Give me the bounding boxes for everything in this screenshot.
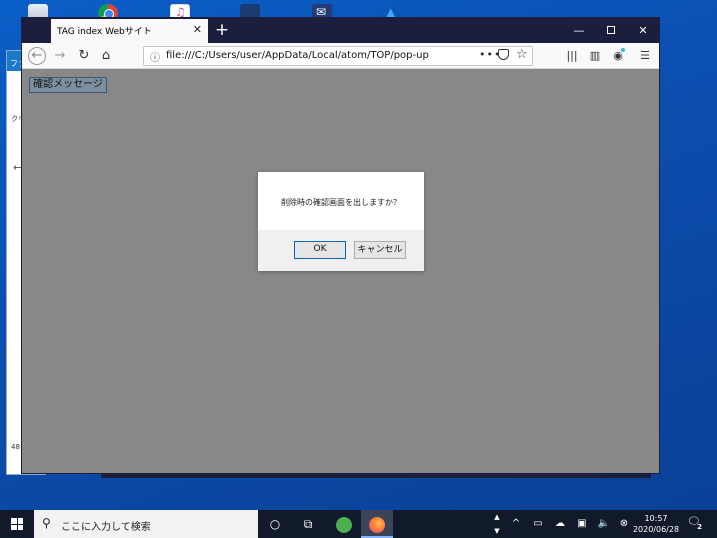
search-icon: ⚲ (42, 516, 51, 530)
bookmark-star-icon[interactable]: ☆ (516, 47, 528, 62)
tray-expand-icon[interactable]: ^ (508, 510, 524, 538)
dialog-message: 削除時の確認画面を出しますか？ (281, 198, 401, 207)
pocket-icon[interactable] (498, 49, 509, 60)
dialog-button-bar: OK キャンセル (258, 230, 424, 271)
close-window-button[interactable]: ✕ (627, 18, 659, 43)
network-icon[interactable]: ⊗ (616, 510, 632, 538)
back-button[interactable]: ← (28, 47, 46, 65)
explorer-item-count: 48 (11, 443, 20, 451)
windows-logo-icon (11, 518, 23, 530)
notification-count: 2 (695, 523, 704, 532)
forward-button[interactable]: → (50, 46, 70, 66)
tray-app-icon[interactable]: ▣ (574, 510, 590, 538)
maximize-button[interactable] (595, 18, 627, 43)
reload-button[interactable]: ↻ (74, 46, 94, 66)
tab-close-icon[interactable]: ✕ (193, 23, 202, 36)
browser-window: TAG index Webサイト ✕ + — ✕ ← → ↻ ⌂ ⓘ file:… (22, 18, 659, 473)
search-placeholder: ここに入力して検索 (61, 522, 151, 533)
home-button[interactable]: ⌂ (96, 46, 116, 66)
menu-icon[interactable]: ☰ (636, 47, 654, 65)
arrow-left-icon[interactable]: ← (13, 161, 22, 174)
clock-date: 2020/06/28 (632, 525, 680, 534)
info-icon[interactable]: ⓘ (150, 49, 160, 64)
sidebar-icon[interactable]: ▥ (586, 47, 604, 65)
tab-active[interactable]: TAG index Webサイト ✕ (51, 19, 208, 43)
itunes-label: iTun (8, 462, 23, 470)
clock[interactable]: 10:57 2020/06/28 (632, 513, 680, 535)
new-tab-button[interactable]: + (212, 20, 232, 40)
maximize-icon (607, 26, 615, 34)
clock-time: 10:57 (644, 514, 668, 523)
account-badge (621, 48, 625, 52)
taskbar-scroll-icon[interactable]: ▲ ▼ (492, 510, 502, 538)
library-icon[interactable]: ||| (563, 47, 581, 65)
url-bar[interactable]: ⓘ file:///C:/Users/user/AppData/Local/at… (143, 46, 533, 66)
confirm-message-button[interactable]: 確認メッセージ (29, 77, 107, 93)
ok-button[interactable]: OK (294, 241, 346, 259)
volume-icon[interactable]: 🔈 (596, 510, 612, 538)
minimize-button[interactable]: — (563, 18, 595, 43)
confirm-dialog: 削除時の確認画面を出しますか？ OK キャンセル (258, 172, 424, 271)
onedrive-icon[interactable]: ☁ (552, 510, 568, 538)
tab-title: TAG index Webサイト (57, 27, 152, 37)
green-app-icon[interactable] (328, 510, 360, 538)
url-text[interactable]: file:///C:/Users/user/AppData/Local/atom… (166, 50, 429, 61)
title-bar: TAG index Webサイト ✕ + — ✕ (22, 18, 659, 43)
cortana-icon[interactable]: ○ (259, 510, 291, 538)
navigation-bar: ← → ↻ ⌂ ⓘ file:///C:/Users/user/AppData/… (22, 43, 659, 69)
cancel-button[interactable]: キャンセル (354, 241, 406, 259)
tray-device-icon[interactable]: ▭ (530, 510, 546, 538)
taskbar-search[interactable]: ⚲ ここに入力して検索 (34, 510, 258, 538)
notification-icon[interactable]: 🗨 2 (685, 515, 704, 533)
start-button[interactable] (0, 510, 34, 538)
taskbar: ⚲ ここに入力して検索 ○ ⧉ ▲ ▼ ^ ▭ ☁ ▣ 🔈 ⊗ 10:57 202… (0, 510, 717, 538)
page-content: 確認メッセージ 削除時の確認画面を出しますか？ OK キャンセル (22, 70, 659, 473)
firefox-icon[interactable] (361, 510, 393, 538)
task-view-icon[interactable]: ⧉ (292, 510, 324, 538)
